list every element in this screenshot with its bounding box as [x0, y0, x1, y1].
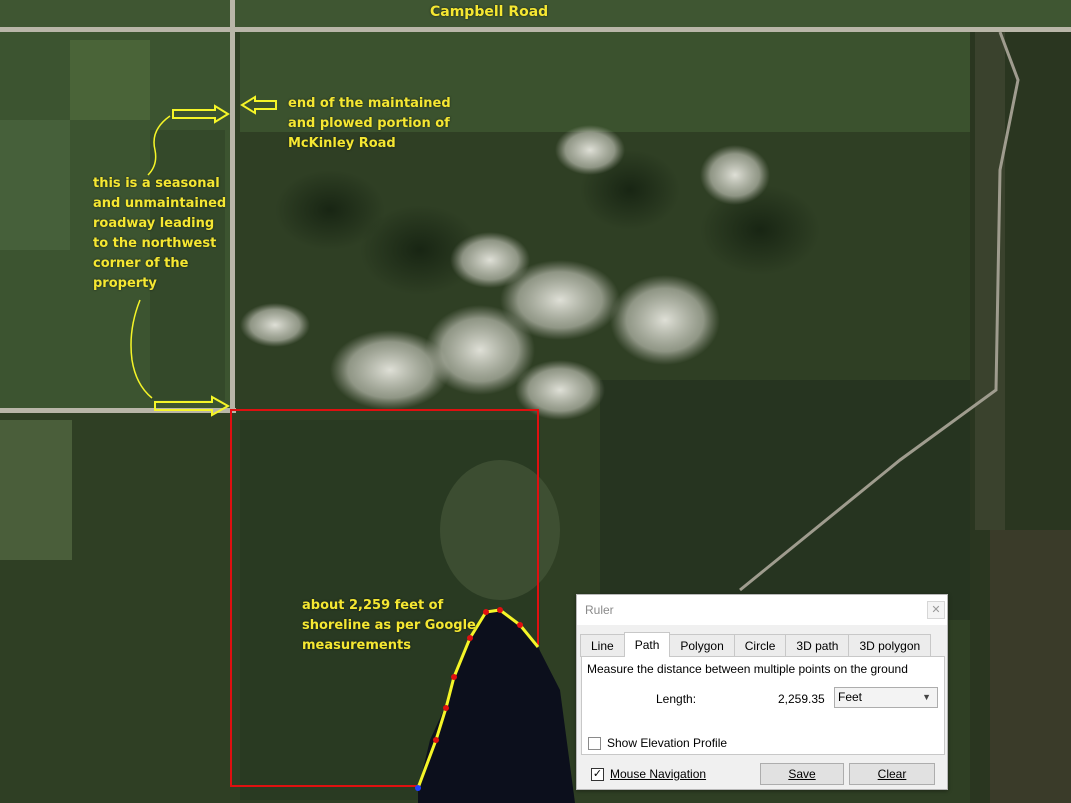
tab-line[interactable]: Line	[580, 634, 625, 657]
ruler-titlebar[interactable]: Ruler ✕	[577, 595, 947, 625]
show-elevation-row[interactable]: Show Elevation Profile	[588, 736, 727, 750]
annotation-shoreline: about 2,259 feet of shoreline as per Goo…	[302, 598, 476, 653]
unit-select-value: Feet	[838, 690, 863, 704]
path-description: Measure the distance between multiple po…	[587, 662, 908, 676]
chevron-down-icon: ▼	[922, 692, 931, 702]
tab-3d-path[interactable]: 3D path	[785, 634, 850, 657]
ruler-tabs: Line Path Polygon Circle 3D path 3D poly…	[580, 632, 932, 657]
show-elevation-checkbox[interactable]	[588, 736, 601, 750]
clear-button[interactable]: Clear	[849, 763, 935, 785]
length-label: Length:	[656, 692, 697, 706]
ruler-title: Ruler	[585, 603, 614, 617]
length-value: 2,259.35	[778, 692, 825, 706]
road-label: Campbell Road	[430, 4, 549, 20]
tab-path[interactable]: Path	[623, 632, 671, 657]
annotation-road-end: end of the maintained and plowed portion…	[288, 96, 451, 151]
mouse-navigation-row[interactable]: ✓ Mouse Navigation	[591, 767, 706, 781]
show-elevation-label: Show Elevation Profile	[607, 736, 728, 750]
close-icon[interactable]: ✕	[927, 601, 945, 619]
ruler-dialog: Ruler ✕ Line Path Polygon Circle 3D path…	[576, 594, 948, 790]
tab-3d-polygon[interactable]: 3D polygon	[848, 634, 932, 657]
tab-polygon[interactable]: Polygon	[669, 634, 735, 657]
annotation-seasonal-road: this is a seasonal and unmaintained road…	[93, 176, 227, 291]
clear-button-label: Clear	[877, 767, 907, 781]
tab-circle[interactable]: Circle	[733, 634, 787, 657]
mouse-navigation-label: Mouse Navigation	[610, 767, 707, 781]
save-button-label: Save	[788, 767, 816, 781]
save-button[interactable]: Save	[760, 763, 844, 785]
mouse-navigation-checkbox[interactable]: ✓	[591, 767, 604, 781]
unit-select[interactable]: Feet ▼	[834, 687, 938, 708]
path-tab-panel: Measure the distance between multiple po…	[581, 656, 945, 755]
